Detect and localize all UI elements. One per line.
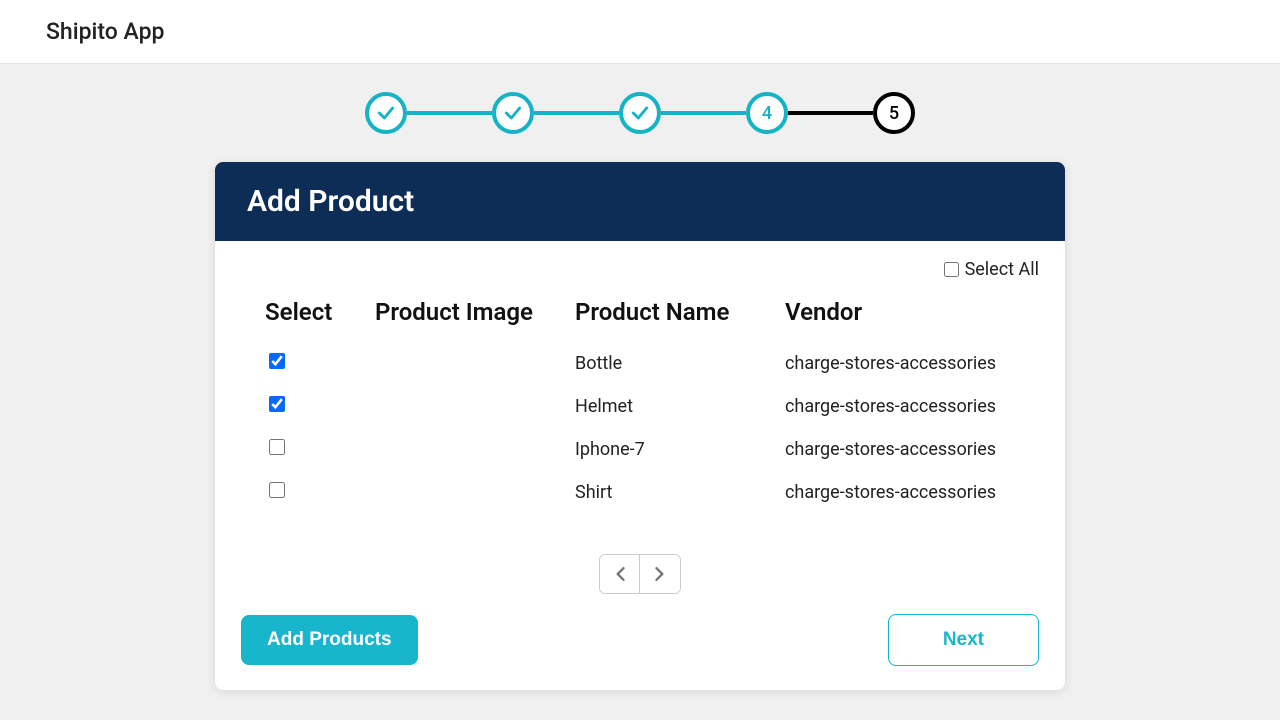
row-name: Helmet: [575, 396, 785, 417]
col-name: Product Name: [575, 298, 785, 326]
col-image: Product Image: [375, 298, 575, 326]
pager-box: [599, 554, 681, 594]
row-checkbox[interactable]: [269, 482, 285, 498]
card-title: Add Product: [215, 162, 1065, 241]
check-icon: [376, 103, 396, 123]
stepper: 45: [365, 92, 915, 134]
step-connector: [407, 111, 492, 115]
check-icon: [630, 103, 650, 123]
step-5[interactable]: 5: [873, 92, 915, 134]
select-all-checkbox[interactable]: [944, 262, 959, 277]
step-1[interactable]: [365, 92, 407, 134]
table-header: Select Product Image Product Name Vendor: [265, 290, 1015, 342]
app-title: Shipito App: [46, 18, 1234, 45]
step-3[interactable]: [619, 92, 661, 134]
row-vendor: charge-stores-accessories: [785, 482, 1015, 503]
content: 45 Add Product Select All Select Product…: [0, 64, 1280, 690]
row-checkbox[interactable]: [269, 439, 285, 455]
pager-prev-button[interactable]: [600, 555, 640, 593]
table-row: Shirtcharge-stores-accessories: [265, 471, 1015, 514]
step-connector: [788, 111, 873, 115]
table-row: Iphone-7charge-stores-accessories: [265, 428, 1015, 471]
next-button[interactable]: Next: [888, 614, 1039, 666]
row-vendor: charge-stores-accessories: [785, 353, 1015, 374]
step-2[interactable]: [492, 92, 534, 134]
add-products-button[interactable]: Add Products: [241, 615, 418, 665]
topbar: Shipito App: [0, 0, 1280, 64]
pager: [241, 554, 1039, 594]
row-vendor: charge-stores-accessories: [785, 396, 1015, 417]
row-name: Iphone-7: [575, 439, 785, 460]
chevron-right-icon: [655, 567, 665, 581]
select-all-label: Select All: [965, 259, 1039, 280]
step-4[interactable]: 4: [746, 92, 788, 134]
row-vendor: charge-stores-accessories: [785, 439, 1015, 460]
card: Add Product Select All Select Product Im…: [215, 162, 1065, 690]
row-checkbox[interactable]: [269, 353, 285, 369]
card-footer: Add Products Next: [241, 614, 1039, 666]
chevron-left-icon: [615, 567, 625, 581]
col-select: Select: [265, 298, 375, 326]
row-name: Bottle: [575, 353, 785, 374]
row-checkbox[interactable]: [269, 396, 285, 412]
row-name: Shirt: [575, 482, 785, 503]
table-row: Helmetcharge-stores-accessories: [265, 385, 1015, 428]
pager-next-button[interactable]: [640, 555, 680, 593]
col-vendor: Vendor: [785, 298, 1015, 326]
step-connector: [661, 111, 746, 115]
card-body: Select All Select Product Image Product …: [215, 241, 1065, 690]
step-connector: [534, 111, 619, 115]
table-row: Bottlecharge-stores-accessories: [265, 342, 1015, 385]
product-table: Select Product Image Product Name Vendor…: [241, 290, 1039, 514]
select-all-row: Select All: [241, 259, 1039, 280]
check-icon: [503, 103, 523, 123]
